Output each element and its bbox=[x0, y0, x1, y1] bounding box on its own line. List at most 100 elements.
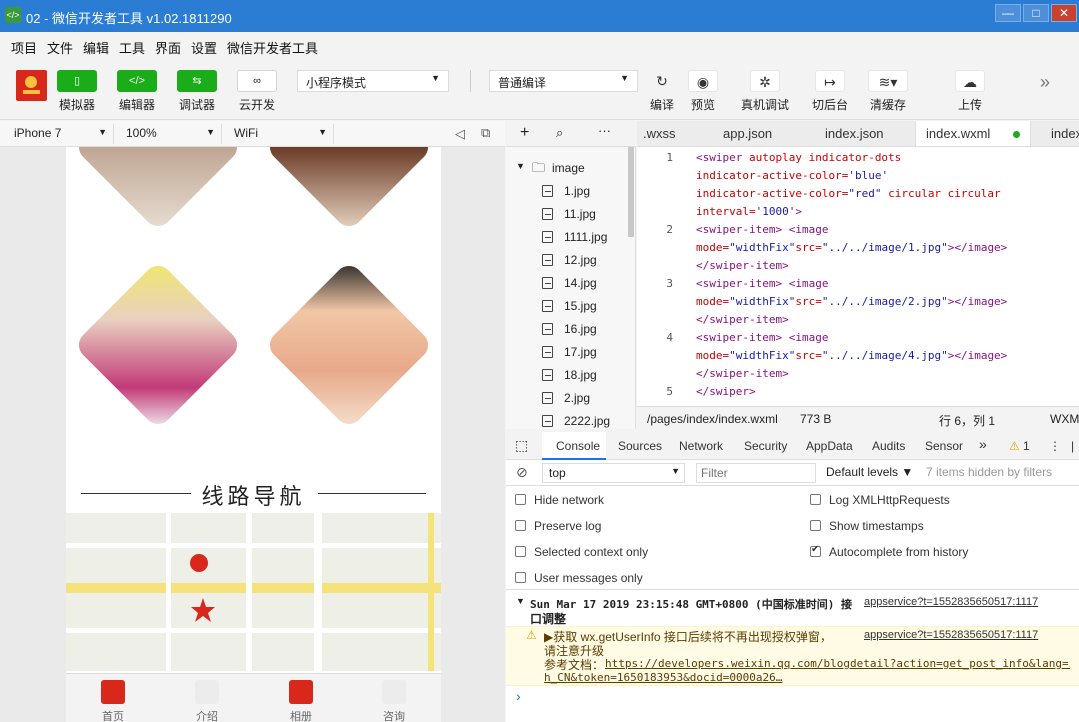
tab-security[interactable]: Security bbox=[744, 439, 787, 453]
tab-index-more[interactable]: index bbox=[1041, 121, 1079, 146]
file-item[interactable]: 17.jpg bbox=[506, 341, 635, 364]
checkbox-label: Log XMLHttpRequests bbox=[829, 493, 950, 507]
add-file-icon[interactable]: + bbox=[520, 124, 529, 142]
close-button[interactable]: ✕ bbox=[1051, 4, 1077, 22]
menu-project[interactable]: 项目 bbox=[11, 38, 37, 57]
tab-wxss[interactable]: .wxss bbox=[637, 121, 686, 146]
menu-settings[interactable]: 设置 bbox=[191, 38, 217, 57]
search-icon[interactable]: ⌕ bbox=[556, 125, 563, 141]
tab-index-wxml[interactable]: index.wxml bbox=[915, 121, 1031, 146]
tab-home[interactable]: 首页 bbox=[66, 674, 160, 722]
caret-down-icon[interactable]: ▼ bbox=[516, 596, 525, 606]
warning-source-link[interactable]: appservice?t=1552835650517:1117 bbox=[864, 629, 1038, 641]
popout-icon[interactable]: ⧉ bbox=[481, 125, 490, 141]
more-tabs-button[interactable]: » bbox=[979, 436, 987, 452]
tab-intro[interactable]: 介绍 bbox=[160, 674, 254, 722]
docs-link-cont[interactable]: h_CN&token=1650183953&docid=0000a26… bbox=[544, 671, 782, 684]
context-select[interactable]: top ▼ bbox=[542, 463, 685, 483]
menu-devtools[interactable]: 微信开发者工具 bbox=[227, 38, 318, 57]
tab-sensor[interactable]: Sensor bbox=[925, 439, 963, 453]
preserve-log-checkbox[interactable]: Preserve log bbox=[515, 519, 601, 533]
zoom-select[interactable]: 100% ▼ bbox=[120, 124, 222, 144]
maximize-button[interactable]: □ bbox=[1023, 4, 1049, 22]
minimize-button[interactable]: — bbox=[995, 4, 1021, 22]
more-tools-button[interactable]: » bbox=[1040, 72, 1050, 93]
file-item[interactable]: 2222.jpg bbox=[506, 410, 635, 429]
image-file-icon bbox=[542, 415, 553, 427]
file-item[interactable]: 16.jpg bbox=[506, 318, 635, 341]
checkbox-box-checked bbox=[810, 544, 821, 557]
menu-edit[interactable]: 编辑 bbox=[83, 38, 109, 57]
avatar[interactable] bbox=[16, 70, 47, 101]
inspect-icon[interactable]: ⬚ bbox=[515, 437, 528, 454]
compile-button[interactable]: ↻ bbox=[647, 70, 677, 92]
mode-select[interactable]: 小程序模式 ▼ bbox=[297, 70, 449, 92]
massage-image-4[interactable] bbox=[264, 260, 434, 430]
menu-interface[interactable]: 界面 bbox=[155, 38, 181, 57]
clear-console-icon[interactable]: ⊘ bbox=[516, 464, 528, 481]
preview-button[interactable]: ◉ bbox=[688, 70, 718, 92]
log-xhr-checkbox[interactable]: Log XMLHttpRequests bbox=[810, 493, 950, 507]
upload-button[interactable]: ☁ bbox=[955, 70, 985, 92]
tab-sources[interactable]: Sources bbox=[618, 439, 662, 453]
file-item[interactable]: 18.jpg bbox=[506, 364, 635, 387]
simulator-toggle[interactable]: ▯ bbox=[57, 70, 97, 92]
show-timestamps-checkbox[interactable]: Show timestamps bbox=[810, 519, 924, 533]
file-item[interactable]: 1.jpg bbox=[506, 180, 635, 203]
tab-app-json[interactable]: app.json bbox=[713, 121, 782, 146]
massage-image-3[interactable] bbox=[73, 260, 243, 430]
tab-appdata[interactable]: AppData bbox=[806, 439, 853, 453]
file-item[interactable]: 2.jpg bbox=[506, 387, 635, 410]
simulator-bar: iPhone 7 ▼ 100% ▼ WiFi ▼ ◁ ⧉ bbox=[0, 121, 505, 147]
more-icon[interactable]: ··· bbox=[598, 123, 611, 138]
debugger-toggle[interactable]: ⇆ bbox=[177, 70, 217, 92]
tab-console[interactable]: Console bbox=[556, 439, 600, 453]
tab-network[interactable]: Network bbox=[679, 439, 723, 453]
kebab-menu-icon[interactable]: ⋮ bbox=[1049, 439, 1061, 453]
image-file-icon bbox=[542, 392, 553, 404]
tab-index-json[interactable]: index.json bbox=[815, 121, 894, 146]
file-tree-scrollbar[interactable] bbox=[628, 147, 634, 237]
hide-network-checkbox[interactable]: Hide network bbox=[515, 493, 604, 507]
remote-debug-button[interactable]: ✲ bbox=[750, 70, 780, 92]
menu-tools[interactable]: 工具 bbox=[119, 38, 145, 57]
console-toolbar: ⊘ top ▼ Default levels ▼ 7 items hidden b… bbox=[506, 460, 1079, 486]
file-item[interactable]: 1111.jpg bbox=[506, 226, 635, 249]
cloud-button[interactable]: ∞ bbox=[237, 70, 277, 92]
tab-album[interactable]: 相册 bbox=[254, 674, 348, 722]
compile-mode-select[interactable]: 普通编译 ▼ bbox=[489, 70, 638, 92]
file-item[interactable]: 14.jpg bbox=[506, 272, 635, 295]
log-source-link[interactable]: appservice?t=1552835650517:1117 bbox=[864, 596, 1038, 608]
device-select[interactable]: iPhone 7 ▼ bbox=[8, 124, 114, 144]
filter-input[interactable] bbox=[696, 463, 816, 483]
file-item[interactable]: 12.jpg bbox=[506, 249, 635, 272]
dock-icon[interactable]: | bbox=[1071, 439, 1074, 453]
file-item[interactable]: 11.jpg bbox=[506, 203, 635, 226]
console-prompt[interactable]: › bbox=[516, 688, 521, 704]
clear-cache-button[interactable]: ≋▾ bbox=[868, 70, 908, 92]
menu-file[interactable]: 文件 bbox=[47, 38, 73, 57]
massage-image-2[interactable] bbox=[264, 147, 434, 232]
levels-select[interactable]: Default levels ▼ bbox=[826, 465, 913, 479]
folder-image[interactable]: ▼ 🗀 image bbox=[506, 157, 635, 180]
warning-count: 1 bbox=[1023, 439, 1030, 453]
image-file-icon bbox=[542, 323, 553, 335]
volume-icon[interactable]: ◁ bbox=[455, 126, 465, 142]
network-select[interactable]: WiFi ▼ bbox=[228, 124, 334, 144]
massage-image-1[interactable] bbox=[73, 147, 243, 232]
selected-context-checkbox[interactable]: Selected context only bbox=[515, 545, 648, 559]
language-mode[interactable]: WXM bbox=[1050, 412, 1079, 426]
checkbox-label: Selected context only bbox=[534, 545, 649, 559]
code-editor[interactable]: 1 <swiper autoplay indicator-dots indica… bbox=[637, 147, 1079, 406]
user-messages-checkbox[interactable]: User messages only bbox=[515, 571, 643, 585]
tab-audits[interactable]: Audits bbox=[872, 439, 905, 453]
file-item[interactable]: 15.jpg bbox=[506, 295, 635, 318]
editor-toggle[interactable]: </> bbox=[117, 70, 157, 92]
phone-screen[interactable]: 线路导航 首页 介绍 相册 咨询 bbox=[66, 147, 441, 722]
route-map[interactable] bbox=[66, 513, 441, 671]
warning-icon[interactable]: ⚠ bbox=[1009, 439, 1020, 453]
docs-link[interactable]: https://developers.weixin.qq.com/blogdet… bbox=[605, 657, 1070, 670]
background-button[interactable]: ↦ bbox=[815, 70, 845, 92]
tab-consult[interactable]: 咨询 bbox=[347, 674, 441, 722]
autocomplete-checkbox[interactable]: Autocomplete from history bbox=[810, 544, 968, 559]
